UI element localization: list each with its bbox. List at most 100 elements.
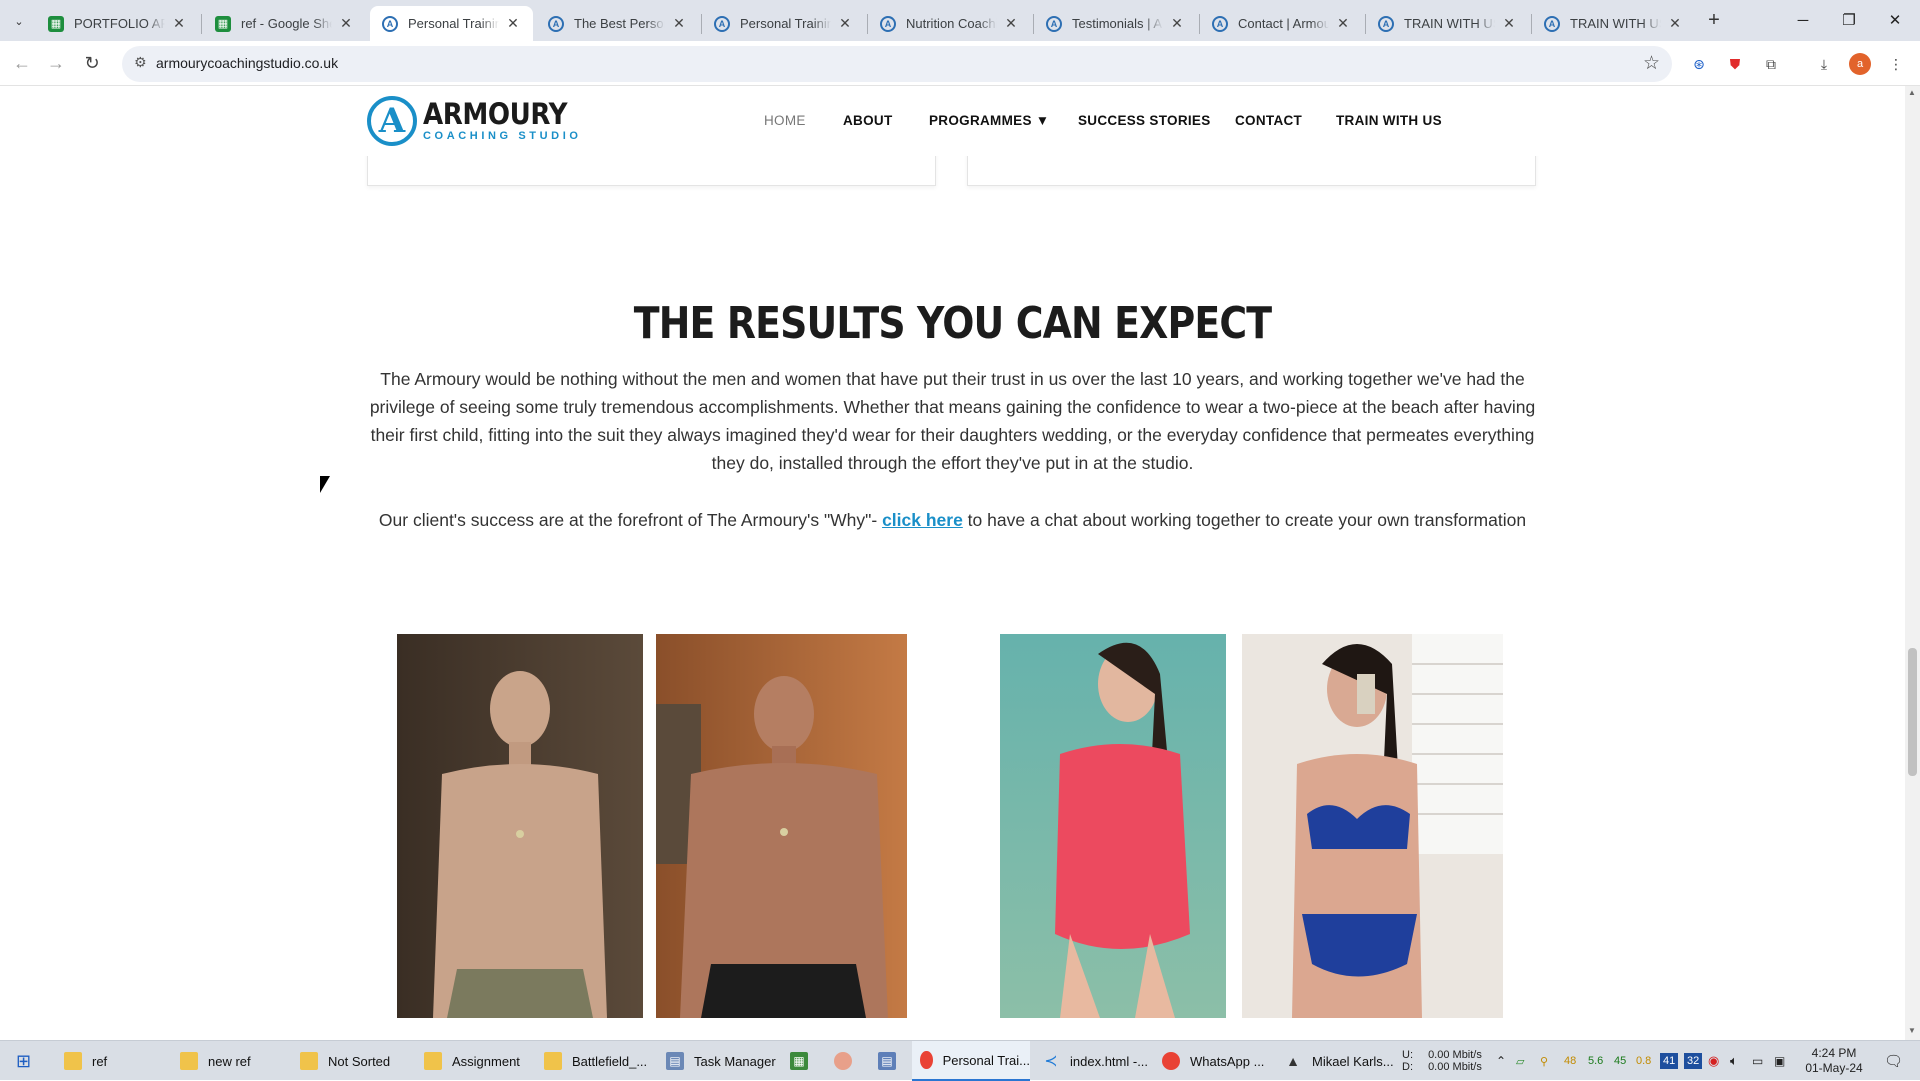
battery-icon[interactable]: ▭ [1752, 1041, 1763, 1081]
taskbar-item[interactable]: ▤ Task Manager [658, 1041, 780, 1081]
mouse-cursor [320, 476, 330, 493]
browser-tab[interactable]: A Nutrition Coaching ✕ [868, 6, 1031, 41]
taskbar-pinned-app[interactable] [826, 1041, 866, 1081]
app-circle-icon [834, 1052, 852, 1070]
tray-alert-icon[interactable]: ◉ [1708, 1041, 1719, 1081]
browser-tab[interactable]: ▦ PORTFOLIO AFTER ✕ [36, 6, 199, 41]
url-text[interactable]: armourycoachingstudio.co.uk [156, 55, 338, 71]
armoury-logo-icon: A [367, 96, 417, 146]
scroll-down-arrow[interactable]: ▼ [1908, 1026, 1916, 1035]
tray-search-icon[interactable]: ⚲ [1540, 1041, 1548, 1081]
taskbar-item-active[interactable]: Personal Trai... [912, 1041, 1030, 1081]
nav-train-with-us[interactable]: TRAIN WITH US [1336, 113, 1442, 128]
close-tab-icon[interactable]: ✕ [1335, 15, 1351, 32]
taskbar-item[interactable]: WhatsApp ... [1154, 1041, 1274, 1081]
sheets-icon: ▦ [215, 15, 231, 32]
site-logo[interactable]: A ARMOURY COACHING STUDIO [367, 96, 583, 146]
logo-title: ARMOURY [423, 97, 568, 131]
volume-icon[interactable]: 🔈︎ [1730, 1041, 1738, 1081]
tab-title: Testimonials | Arm [1072, 16, 1163, 31]
close-tab-icon[interactable]: ✕ [837, 15, 853, 32]
taskbar-item[interactable]: Not Sorted [292, 1041, 410, 1081]
nav-about[interactable]: ABOUT [843, 113, 893, 128]
sticky-note-icon [300, 1052, 318, 1070]
close-tab-icon[interactable]: ✕ [338, 15, 354, 32]
notifications-icon[interactable]: 🗨︎ [1884, 1041, 1903, 1081]
tab-title: ref - Google Sheets [241, 16, 332, 31]
tab-title: PORTFOLIO AFTER [74, 16, 165, 31]
minimize-icon[interactable]: ─ [1780, 6, 1826, 34]
sticky-note-icon [180, 1052, 198, 1070]
taskbar-item[interactable]: Assignment [416, 1041, 530, 1081]
taskbar-pinned-app[interactable]: ▦ [782, 1041, 822, 1081]
sheets-icon: ▦ [48, 15, 64, 32]
tray-badge[interactable]: 41 [1660, 1053, 1679, 1069]
new-tab-icon[interactable]: + [1702, 8, 1726, 32]
restore-icon[interactable]: ❐ [1826, 6, 1872, 34]
woman-before-photo [1000, 634, 1226, 1018]
start-button[interactable]: ⊞ [6, 1041, 46, 1081]
browser-tab[interactable]: A TRAIN WITH US ✕ [1366, 6, 1529, 41]
browser-tab[interactable]: A Contact | Armoury ✕ [1200, 6, 1363, 41]
clock[interactable]: 4:24 PM 01-May-24 [1802, 1041, 1866, 1081]
address-bar[interactable]: ⚙ armourycoachingstudio.co.uk ☆ [122, 46, 1672, 82]
browser-tab[interactable]: A The Best Personal ✕ [536, 6, 699, 41]
profile-avatar[interactable]: a [1849, 53, 1871, 75]
section-heading: THE RESULTS YOU CAN EXPECT [633, 298, 1272, 349]
man-after-photo [656, 634, 907, 1018]
taskbar-item[interactable]: new ref [172, 1041, 284, 1081]
taskbar-item[interactable]: ▲ Mikael Karls... [1276, 1041, 1400, 1081]
tray-folder-icon[interactable]: ▱ [1516, 1041, 1524, 1081]
browser-tab[interactable]: A Testimonials | Arm ✕ [1034, 6, 1197, 41]
wolf-icon: ▲ [1286, 1053, 1300, 1069]
man-before-photo [397, 634, 643, 1018]
site-header: A ARMOURY COACHING STUDIO HOME ABOUT PRO… [0, 86, 1905, 156]
browser-tab[interactable]: A Personal Training ✕ [702, 6, 865, 41]
nav-home[interactable]: HOME [764, 113, 806, 128]
close-tab-icon[interactable]: ✕ [1501, 15, 1517, 32]
network-icon[interactable]: ▣ [1774, 1041, 1785, 1081]
menu-kebab-icon[interactable]: ⋮ [1885, 53, 1907, 75]
browser-tab-active[interactable]: A Personal Training ✕ [370, 6, 533, 41]
close-window-icon[interactable]: ✕ [1872, 6, 1918, 34]
back-icon[interactable]: ← [8, 49, 36, 77]
scroll-up-arrow[interactable]: ▲ [1908, 88, 1916, 97]
scrollbar-thumb[interactable] [1908, 648, 1917, 776]
close-tab-icon[interactable]: ✕ [505, 15, 521, 32]
results-paragraph: The Armoury would be nothing without the… [369, 369, 1536, 473]
tray-badge[interactable]: 32 [1684, 1053, 1703, 1069]
close-tab-icon[interactable]: ✕ [671, 15, 687, 32]
show-hidden-icons[interactable]: ⌃ [1496, 1041, 1506, 1081]
taskbar-pinned-app[interactable]: ▤ [870, 1041, 910, 1081]
logo-subtitle: COACHING STUDIO [423, 130, 582, 142]
reload-icon[interactable]: ↻ [78, 49, 106, 77]
browser-tab[interactable]: A TRAIN WITH US ✕ [1532, 6, 1695, 41]
armoury-logo-icon: A [1212, 15, 1228, 32]
taskbar-item[interactable]: ≺ index.html -... [1034, 1041, 1150, 1081]
close-tab-icon[interactable]: ✕ [1169, 15, 1185, 32]
extension-icon[interactable]: ⊛ [1688, 53, 1710, 75]
nav-contact[interactable]: CONTACT [1235, 113, 1302, 128]
tab-title: Personal Training [408, 16, 499, 31]
nav-programmes[interactable]: PROGRAMMES ▼ [929, 113, 1049, 128]
chrome-icon [920, 1051, 933, 1069]
click-here-link[interactable]: click here [882, 510, 963, 530]
tab-search-button[interactable]: ⌄ [8, 10, 30, 32]
puzzle-extensions-icon[interactable]: ⧉ [1760, 53, 1782, 75]
browser-tab[interactable]: ▦ ref - Google Sheets ✕ [203, 6, 366, 41]
shield-extension-icon[interactable]: ⛊ [1724, 53, 1746, 75]
taskbar-item[interactable]: ref [56, 1041, 166, 1081]
web-page: A ARMOURY COACHING STUDIO HOME ABOUT PRO… [0, 86, 1905, 1040]
close-tab-icon[interactable]: ✕ [1003, 15, 1019, 32]
close-tab-icon[interactable]: ✕ [171, 15, 187, 32]
armoury-logo-icon: A [548, 15, 564, 32]
page-scrollbar[interactable]: ▲ ▼ [1905, 86, 1920, 1040]
armoury-logo-icon: A [1046, 15, 1062, 32]
bookmark-star-icon[interactable]: ☆ [1643, 52, 1660, 75]
close-tab-icon[interactable]: ✕ [1667, 15, 1683, 32]
site-info-icon[interactable]: ⚙ [134, 54, 147, 71]
nav-success-stories[interactable]: SUCCESS STORIES [1078, 113, 1211, 128]
taskbar-item[interactable]: Battlefield_... [536, 1041, 652, 1081]
download-icon[interactable]: ⤓ [1813, 53, 1835, 75]
forward-icon[interactable]: → [42, 49, 70, 77]
